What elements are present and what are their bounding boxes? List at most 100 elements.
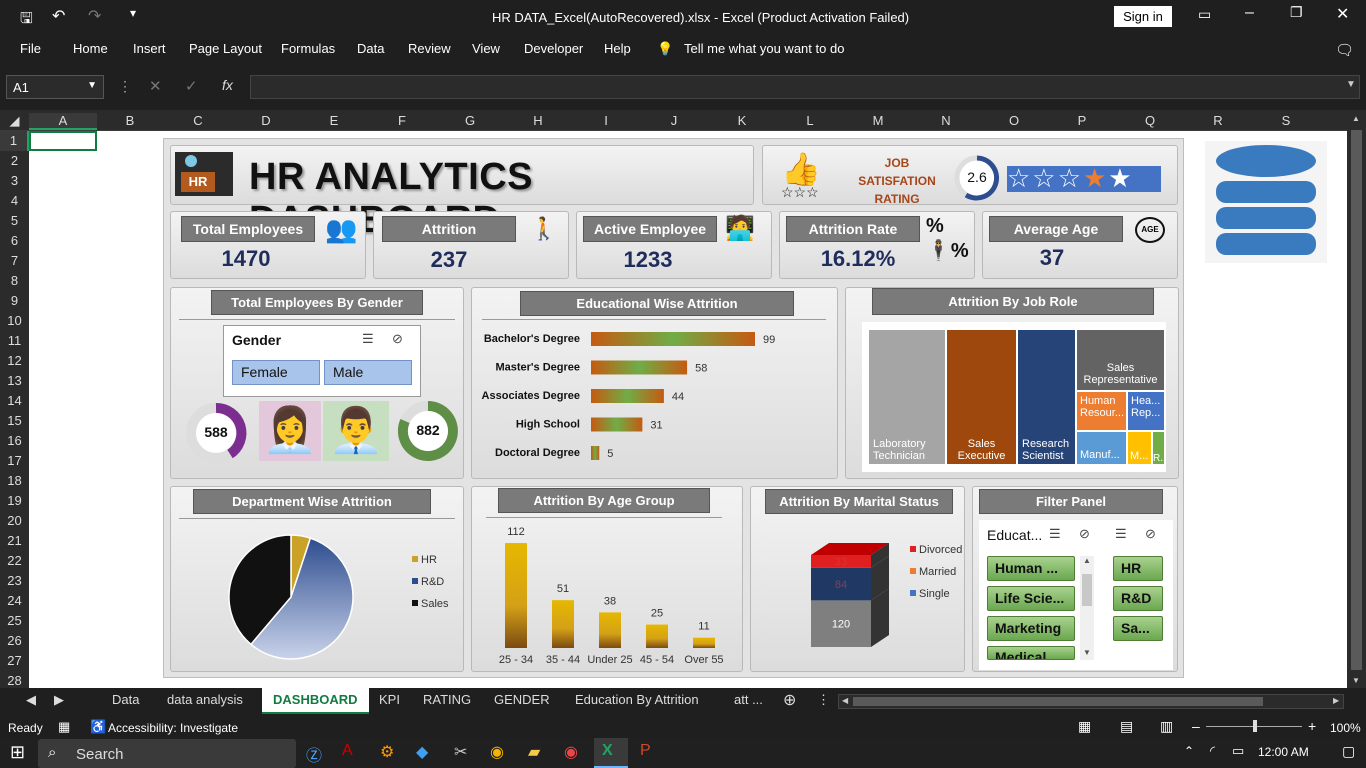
tell-me-search[interactable]: Tell me what you want to do — [684, 41, 844, 56]
row-header[interactable]: 19 — [0, 493, 29, 508]
column-header[interactable]: A — [29, 113, 97, 130]
accessibility-status[interactable]: Accessibility: Investigate — [108, 721, 238, 735]
scroll-up-icon[interactable]: ▲ — [1352, 114, 1360, 123]
column-header[interactable]: B — [115, 113, 145, 128]
sheet-tab[interactable]: data analysis — [167, 692, 243, 707]
row-header[interactable]: 7 — [0, 253, 29, 268]
notifications-icon[interactable]: ▢ — [1342, 743, 1355, 760]
save-icon[interactable]: 🖫 — [20, 8, 33, 33]
vertical-scrollbar[interactable]: ▲ ▼ — [1347, 110, 1366, 688]
horizontal-scrollbar[interactable]: ◀ ▶ — [838, 694, 1344, 709]
app-icon[interactable]: ⚙ — [380, 742, 394, 762]
sheet-tab[interactable]: Data — [112, 692, 139, 707]
excel-app-icon[interactable]: X — [594, 738, 628, 768]
row-header[interactable]: 9 — [0, 293, 29, 308]
sheet-tab-active[interactable]: DASHBOARD — [262, 688, 369, 714]
row-header[interactable]: 8 — [0, 273, 29, 288]
column-header[interactable]: G — [455, 113, 485, 128]
scroll-thumb[interactable] — [1082, 574, 1092, 606]
column-header[interactable]: E — [319, 113, 349, 128]
zoom-app-icon[interactable]: Ⓩ — [306, 742, 322, 766]
show-hidden-icons[interactable]: ⌃ — [1184, 744, 1194, 758]
file-explorer-icon[interactable]: ▰ — [528, 742, 540, 762]
sheet-tab[interactable]: RATING — [423, 692, 471, 707]
prev-sheet-icon[interactable]: ◀ — [26, 692, 36, 708]
tab-review[interactable]: Review — [408, 41, 451, 56]
sheet-tab[interactable]: GENDER — [494, 692, 550, 707]
scroll-thumb[interactable] — [1351, 130, 1362, 670]
page-layout-view-icon[interactable]: ▤ — [1120, 718, 1133, 735]
taskbar-search[interactable]: ⌕ Search — [38, 739, 296, 768]
column-header[interactable]: S — [1271, 113, 1301, 128]
chrome-icon[interactable]: ◉ — [564, 742, 578, 762]
formula-input[interactable] — [250, 75, 1360, 99]
row-header[interactable]: 16 — [0, 433, 29, 448]
row-header[interactable]: 3 — [0, 173, 29, 188]
column-header[interactable]: R — [1203, 113, 1233, 128]
row-header[interactable]: 5 — [0, 213, 29, 228]
column-header[interactable]: I — [591, 113, 621, 128]
scroll-left-icon[interactable]: ◀ — [842, 696, 848, 705]
normal-view-icon[interactable]: ▦ — [1078, 718, 1091, 735]
row-header[interactable]: 1 — [0, 131, 29, 151]
insert-function-icon[interactable]: fx — [222, 77, 233, 93]
column-header[interactable]: O — [999, 113, 1029, 128]
slicer-item[interactable]: Life Scie... — [987, 586, 1075, 611]
slicer-item[interactable]: Medical — [987, 646, 1075, 660]
column-header[interactable]: N — [931, 113, 961, 128]
page-break-view-icon[interactable]: ▥ — [1160, 718, 1173, 735]
column-header[interactable]: H — [523, 113, 553, 128]
powerpoint-icon[interactable]: P — [640, 742, 651, 760]
close-icon[interactable]: ✕ — [1336, 4, 1349, 24]
row-header[interactable]: 25 — [0, 613, 29, 628]
row-header[interactable]: 18 — [0, 473, 29, 488]
customize-qat-icon[interactable]: ▾ — [130, 6, 136, 20]
slicer-scrollbar[interactable]: ▲ ▼ — [1080, 556, 1094, 660]
slicer-item[interactable]: R&D — [1113, 586, 1163, 611]
zoom-slider[interactable] — [1206, 720, 1302, 732]
row-header[interactable]: 20 — [0, 513, 29, 528]
multi-select-icon[interactable]: ☰ — [1115, 526, 1127, 542]
column-header[interactable]: P — [1067, 113, 1097, 128]
scroll-down-icon[interactable]: ▼ — [1352, 676, 1360, 685]
chrome-icon[interactable]: ◉ — [490, 742, 504, 762]
tab-data[interactable]: Data — [357, 41, 384, 56]
column-header[interactable]: Q — [1135, 113, 1165, 128]
sheet-tab[interactable]: KPI — [379, 692, 400, 707]
column-header[interactable]: J — [659, 113, 689, 128]
worksheet-grid[interactable]: HR HR ANALYTICS DASHBOARD 👍 ☆☆☆ JOB SATIS… — [29, 131, 1347, 688]
slicer-item-female[interactable]: Female — [232, 360, 320, 385]
minimize-icon[interactable]: – — [1245, 4, 1254, 22]
zoom-in-icon[interactable]: + — [1308, 718, 1316, 734]
slicer-item[interactable]: Marketing — [987, 616, 1075, 641]
next-sheet-icon[interactable]: ▶ — [54, 692, 64, 708]
row-header[interactable]: 24 — [0, 593, 29, 608]
row-header[interactable]: 14 — [0, 393, 29, 408]
row-header[interactable]: 26 — [0, 633, 29, 648]
slicer-item-male[interactable]: Male — [324, 360, 412, 385]
multi-select-icon[interactable]: ☰ — [362, 331, 374, 347]
column-header[interactable]: F — [387, 113, 417, 128]
gender-slicer[interactable]: Gender ☰ ⊘ Female Male — [223, 325, 421, 397]
clear-filter-icon[interactable]: ⊘ — [1145, 526, 1156, 542]
row-header[interactable]: 6 — [0, 233, 29, 248]
tab-formulas[interactable]: Formulas — [281, 41, 335, 56]
column-header[interactable]: M — [863, 113, 893, 128]
vscode-icon[interactable]: ◆ — [416, 742, 428, 762]
zoom-level[interactable]: 100% — [1330, 721, 1361, 735]
sheet-tab[interactable]: Education By Attrition — [575, 692, 699, 707]
row-header[interactable]: 27 — [0, 653, 29, 668]
enter-icon[interactable]: ✓ — [185, 77, 198, 95]
scroll-down-icon[interactable]: ▼ — [1080, 648, 1094, 657]
row-header[interactable]: 11 — [0, 333, 29, 348]
clear-filter-icon[interactable]: ⊘ — [392, 331, 403, 347]
column-header[interactable]: D — [251, 113, 281, 128]
battery-icon[interactable]: ▭ — [1232, 743, 1244, 759]
scroll-thumb[interactable] — [853, 697, 1263, 706]
row-header[interactable]: 12 — [0, 353, 29, 368]
active-cell-a1[interactable] — [29, 131, 97, 151]
clear-filter-icon[interactable]: ⊘ — [1079, 526, 1090, 542]
sign-in-button[interactable]: Sign in — [1114, 6, 1172, 27]
undo-icon[interactable]: ↶ — [52, 6, 65, 26]
column-header[interactable]: C — [183, 113, 213, 128]
